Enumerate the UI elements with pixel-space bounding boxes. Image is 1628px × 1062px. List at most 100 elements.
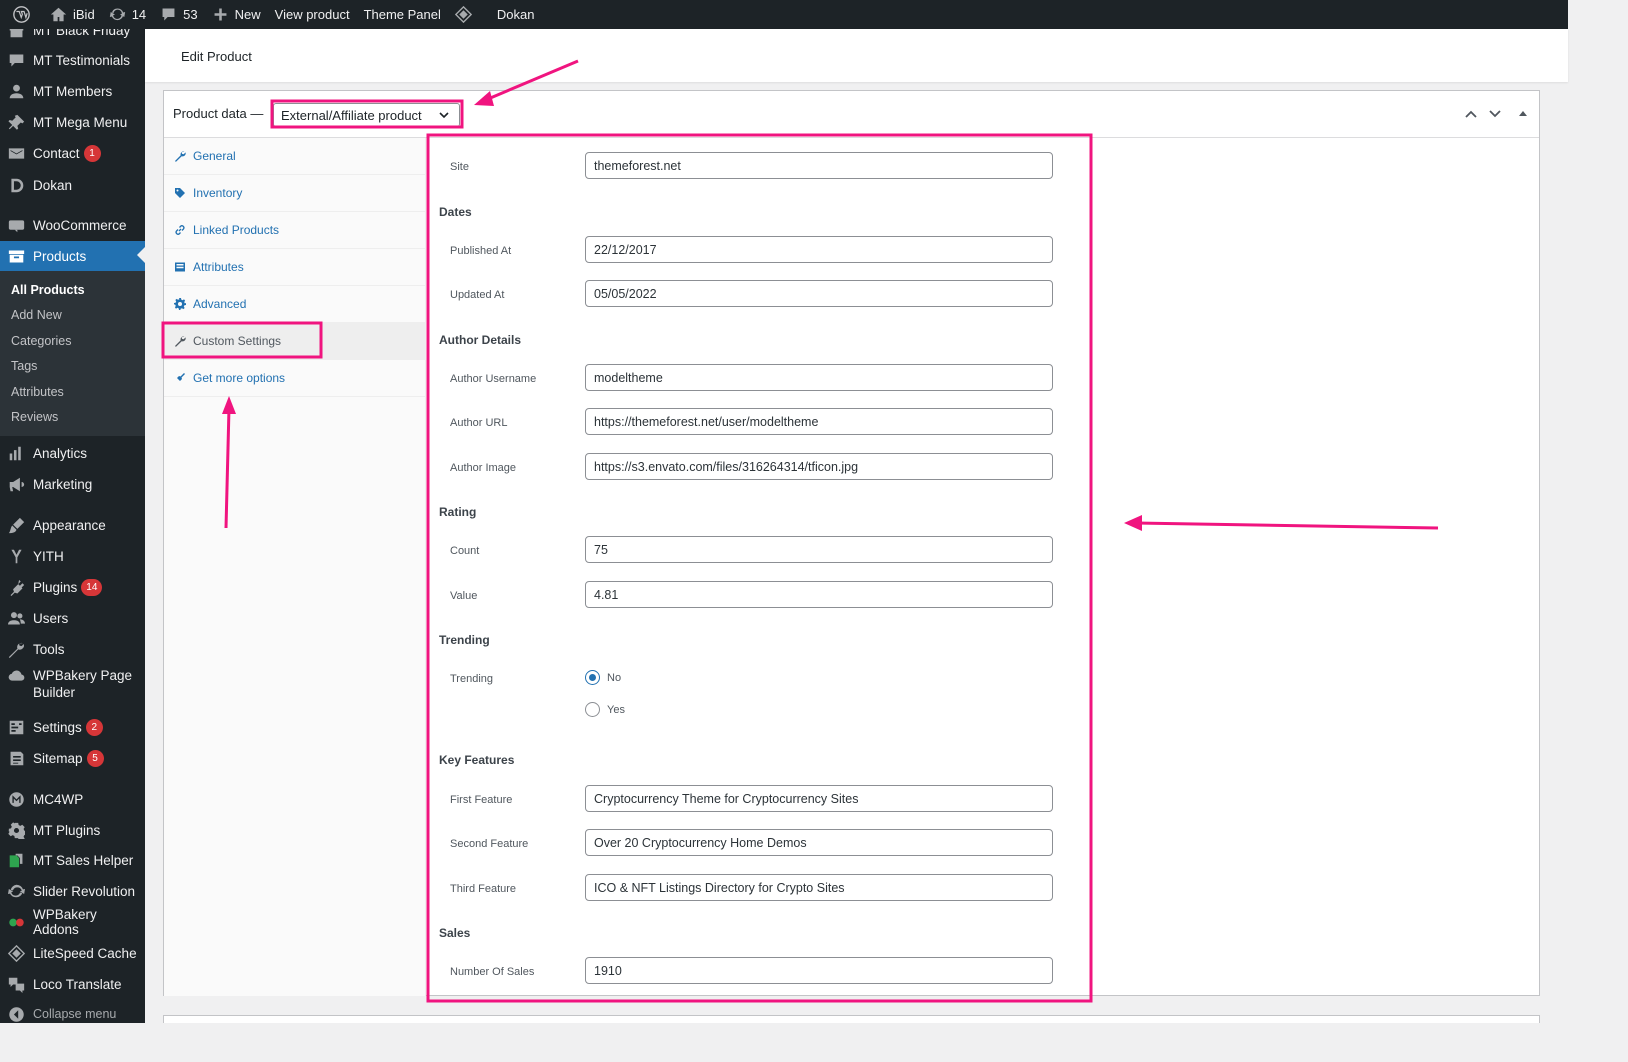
sidebar-item-mt-mega-menu[interactable]: MT Mega Menu bbox=[0, 107, 145, 137]
page-header: Edit Product bbox=[145, 29, 1568, 82]
trending-yes-label: Yes bbox=[607, 703, 625, 716]
sidebar-item-analytics[interactable]: Analytics bbox=[0, 438, 145, 468]
sidebar-item-label: LiteSpeed Cache bbox=[33, 945, 137, 961]
view-product-link[interactable]: View product bbox=[268, 0, 357, 29]
author-url-input[interactable] bbox=[585, 408, 1053, 435]
dokan-link[interactable]: Dokan bbox=[490, 0, 542, 29]
site-input[interactable] bbox=[585, 152, 1053, 179]
sidebar-item-label: WPBakery Addons bbox=[33, 907, 97, 937]
trending-no-label: No bbox=[607, 671, 622, 684]
sidebar-item-woocommerce[interactable]: WooCommerce bbox=[0, 210, 145, 240]
sidebar-item-loco-translate[interactable]: Loco Translate bbox=[0, 969, 145, 999]
trending-yes-radio[interactable]: Yes bbox=[585, 702, 625, 717]
sidebar-item-dokan[interactable]: Dokan bbox=[0, 170, 145, 200]
submenu-attributes[interactable]: Attributes bbox=[11, 385, 64, 399]
sidebar-item-products[interactable]: Products bbox=[0, 241, 145, 271]
second-feature-input[interactable] bbox=[585, 829, 1053, 856]
tab-general[interactable]: General bbox=[164, 138, 426, 175]
sidebar-item-yith[interactable]: YITH bbox=[0, 541, 145, 571]
updates-link[interactable]: 14 bbox=[102, 0, 153, 29]
updated-at-input[interactable] bbox=[585, 280, 1053, 307]
sidebar-item-collapse-menu[interactable]: Collapse menu bbox=[0, 999, 145, 1023]
rating-value-input[interactable] bbox=[585, 581, 1053, 608]
rating-count-input[interactable] bbox=[585, 536, 1053, 563]
sidebar-item-mt-plugins[interactable]: MT Plugins bbox=[0, 815, 145, 845]
first-feature-input[interactable] bbox=[585, 785, 1053, 812]
sidebar-item-slider-revolution[interactable]: Slider Revolution bbox=[0, 876, 145, 906]
third-feature-input[interactable] bbox=[585, 874, 1053, 901]
move-down-icon[interactable] bbox=[1488, 107, 1502, 121]
sidebar-item-appearance[interactable]: Appearance bbox=[0, 510, 145, 540]
submenu-add-new[interactable]: Add New bbox=[11, 308, 62, 322]
sidebar-item-tools[interactable]: Tools bbox=[0, 634, 145, 664]
sidebar-item-marketing[interactable]: Marketing bbox=[0, 469, 145, 499]
sidebar-item-mt-testimonials[interactable]: MT Testimonials bbox=[0, 45, 145, 75]
updated-at-label: Updated At bbox=[450, 289, 505, 301]
sidebar-item-mt-black-friday[interactable]: MT Black Friday bbox=[0, 29, 145, 45]
sidebar-item-contact[interactable]: Contact 1 bbox=[0, 138, 145, 168]
submenu-all-products[interactable]: All Products bbox=[11, 283, 85, 297]
site-name: iBid bbox=[73, 7, 95, 22]
submenu-categories[interactable]: Categories bbox=[11, 334, 71, 348]
tab-attributes[interactable]: Attributes bbox=[164, 249, 426, 286]
sidebar-item-label: MT Testimonials bbox=[33, 52, 131, 68]
collapse-toggle-icon[interactable] bbox=[1517, 107, 1529, 119]
tab-linked-products[interactable]: Linked Products bbox=[164, 212, 426, 249]
notification-badge: 1 bbox=[83, 144, 101, 162]
dokan-icon bbox=[8, 177, 25, 194]
sidebar-item-label: Marketing bbox=[33, 476, 93, 492]
sidebar-item-users[interactable]: Users bbox=[0, 603, 145, 633]
sidebar-item-label: Settings bbox=[33, 719, 82, 735]
tab-get-more-options[interactable]: Get more options bbox=[164, 360, 426, 397]
tab-custom-settings-label: Custom Settings bbox=[193, 334, 282, 348]
sidebar-item-mc4wp[interactable]: MC4WP bbox=[0, 784, 145, 814]
gear-icon bbox=[174, 298, 186, 310]
sidebar-item-label: Appearance bbox=[33, 517, 106, 533]
author-image-label: Author Image bbox=[450, 462, 517, 474]
theme-panel-link[interactable]: Theme Panel bbox=[357, 0, 448, 29]
sidebar-item-litespeed-cache[interactable]: LiteSpeed Cache bbox=[0, 938, 145, 968]
tab-advanced[interactable]: Advanced bbox=[164, 286, 426, 323]
sidebar-item-wpbakery-addons[interactable]: WPBakery Addons bbox=[0, 907, 145, 937]
author-username-input[interactable] bbox=[585, 364, 1053, 391]
third-feature-label: Third Feature bbox=[450, 883, 517, 895]
sidebar-item-settings[interactable]: Settings 2 bbox=[0, 712, 145, 742]
submenu-reviews[interactable]: Reviews bbox=[11, 410, 58, 424]
tab-general-label: General bbox=[193, 149, 236, 163]
move-up-icon[interactable] bbox=[1464, 107, 1478, 121]
diamond-link[interactable] bbox=[448, 0, 490, 29]
site-label: Site bbox=[450, 161, 469, 173]
sidebar-item-mt-members[interactable]: MT Members bbox=[0, 76, 145, 106]
number-of-sales-label: Number Of Sales bbox=[450, 966, 535, 978]
next-metabox-edge bbox=[163, 1015, 1540, 1023]
view-product-label: View product bbox=[274, 7, 350, 22]
trending-no-radio[interactable]: No bbox=[585, 670, 621, 685]
sidebar-item-sitemap[interactable]: Sitemap 5 bbox=[0, 743, 145, 773]
number-of-sales-input[interactable] bbox=[585, 957, 1053, 984]
submenu-tags[interactable]: Tags bbox=[11, 359, 37, 373]
sidebar-item-plugins[interactable]: Plugins 14 bbox=[0, 572, 145, 602]
sidebar-item-wpbakery-page-builder[interactable]: WPBakery Page Builder bbox=[0, 664, 145, 704]
mc4wp-icon bbox=[8, 791, 25, 808]
tab-inventory[interactable]: Inventory bbox=[164, 175, 426, 212]
megaphone-icon bbox=[8, 476, 25, 493]
rating-value-label: Value bbox=[450, 590, 478, 602]
sidebar-item-label: Dokan bbox=[33, 177, 73, 193]
sidebar-item-mt-sales-helper[interactable]: MT Sales Helper bbox=[0, 845, 145, 875]
published-at-input[interactable] bbox=[585, 236, 1053, 263]
trending-heading: Trending bbox=[439, 633, 490, 647]
product-type-select[interactable]: External/Affiliate product bbox=[273, 103, 460, 127]
site-name-link[interactable]: iBid bbox=[43, 0, 102, 29]
wrench-icon bbox=[175, 151, 186, 162]
new-content-link[interactable]: New bbox=[205, 0, 268, 29]
users-icon bbox=[8, 610, 25, 627]
sidebar-item-label: MT Sales Helper bbox=[33, 852, 134, 868]
author-image-input[interactable] bbox=[585, 453, 1053, 480]
diamond-icon bbox=[8, 944, 25, 962]
wordpress-logo-button[interactable] bbox=[6, 0, 43, 29]
gift-icon bbox=[8, 29, 25, 39]
tab-custom-settings[interactable]: Custom Settings bbox=[164, 323, 426, 360]
archive-icon bbox=[8, 248, 25, 265]
comments-link[interactable]: 53 bbox=[153, 0, 204, 29]
product-type-value: External/Affiliate product bbox=[281, 107, 422, 123]
